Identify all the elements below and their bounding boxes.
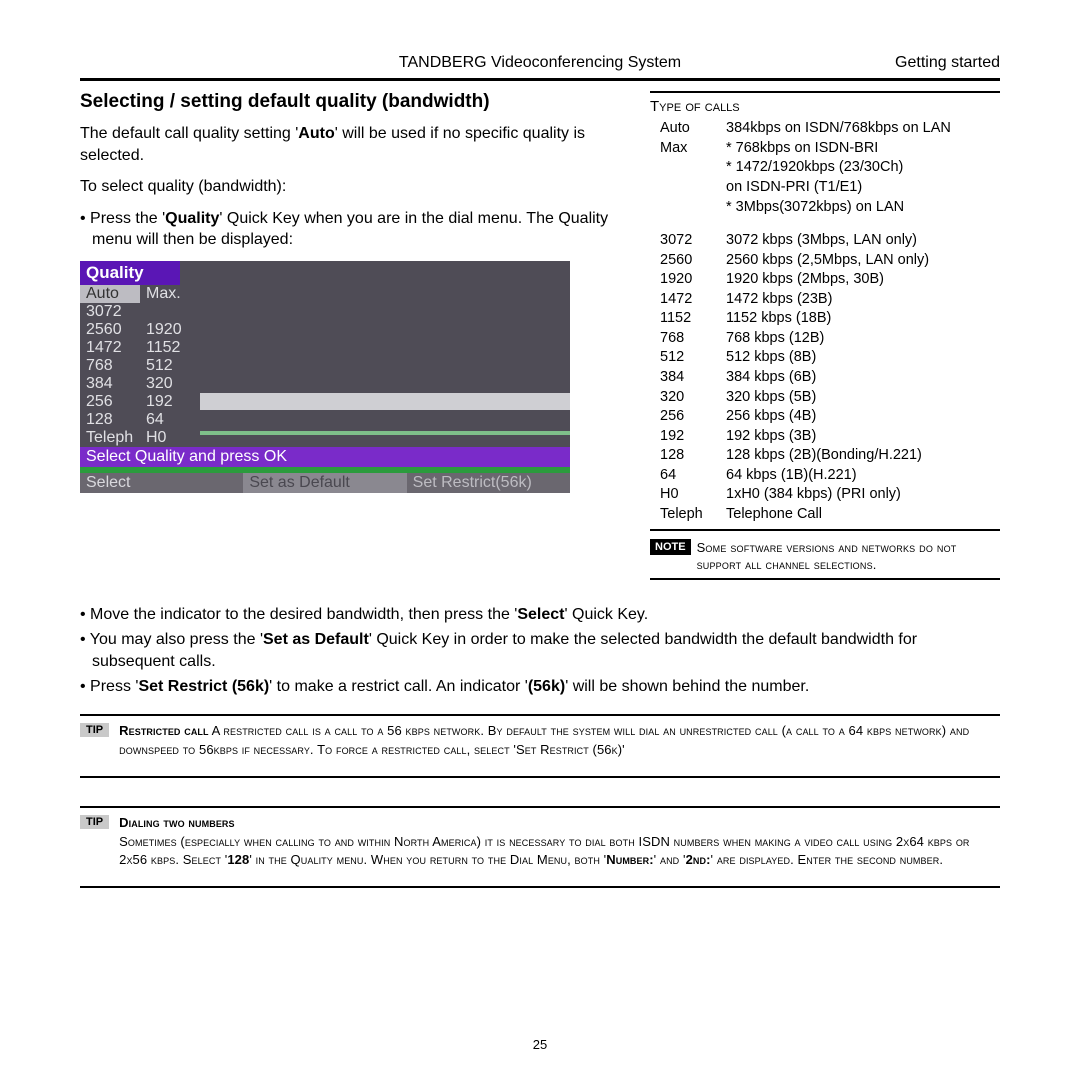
type-of-calls-row: TelephTelephone Call bbox=[650, 505, 1000, 525]
type-of-calls-row: Max* 768kbps on ISDN-BRI bbox=[650, 139, 1000, 159]
type-of-calls-row: 6464 kbps (1B)(H.221) bbox=[650, 466, 1000, 486]
quality-menu-title: Quality bbox=[80, 261, 180, 285]
tip-restricted-call: TIP Restricted call A restricted call is… bbox=[80, 722, 1000, 760]
left-column: Selecting / setting default quality (ban… bbox=[80, 91, 620, 584]
note-text: Some software versions and networks do n… bbox=[697, 539, 1000, 574]
type-of-calls-row: 11521152 kbps (18B) bbox=[650, 309, 1000, 329]
header-title: TANDBERG Videoconferencing System bbox=[300, 54, 780, 72]
type-of-calls-row: 14721472 kbps (23B) bbox=[650, 290, 1000, 310]
bullet-set-default: You may also press the 'Set as Default' … bbox=[80, 629, 1000, 672]
type-of-calls-row: 256256 kbps (4B) bbox=[650, 407, 1000, 427]
quality-cell-auto: Auto bbox=[80, 285, 140, 303]
type-of-calls-row: on ISDN-PRI (T1/E1) bbox=[650, 178, 1000, 198]
softkey-select: Select bbox=[80, 473, 243, 493]
intro-para-2: To select quality (bandwidth): bbox=[80, 176, 620, 198]
note-row: NOTE Some software versions and networks… bbox=[650, 539, 1000, 574]
bullet-set-restrict: Press 'Set Restrict (56k)' to make a res… bbox=[80, 676, 1000, 698]
type-of-calls-header: Type of calls bbox=[650, 97, 1000, 117]
type-of-calls-row bbox=[650, 217, 1000, 231]
intro-para-1: The default call quality setting 'Auto' … bbox=[80, 123, 620, 166]
right-column: Type of calls Auto384kbps on ISDN/768kbp… bbox=[650, 91, 1000, 584]
type-of-calls-row: H01xH0 (384 kbps) (PRI only) bbox=[650, 485, 1000, 505]
type-of-calls-row: 128128 kbps (2B)(Bonding/H.221) bbox=[650, 446, 1000, 466]
tip-badge: TIP bbox=[80, 723, 109, 737]
page: TANDBERG Videoconferencing System Gettin… bbox=[0, 0, 1080, 1080]
type-of-calls-row: 512512 kbps (8B) bbox=[650, 348, 1000, 368]
quality-menu-screenshot: Quality Auto Max. 3072 2560 1920 1472 11… bbox=[80, 261, 570, 493]
type-of-calls-row: Auto384kbps on ISDN/768kbps on LAN bbox=[650, 119, 1000, 139]
running-header: TANDBERG Videoconferencing System Gettin… bbox=[80, 54, 1000, 76]
type-of-calls-row: 320320 kbps (5B) bbox=[650, 388, 1000, 408]
type-of-calls-row: * 1472/1920kbps (23/30Ch) bbox=[650, 158, 1000, 178]
type-of-calls-row: 30723072 kbps (3Mbps, LAN only) bbox=[650, 231, 1000, 251]
type-of-calls-row: 19201920 kbps (2Mbps, 30B) bbox=[650, 270, 1000, 290]
below-bullets: Move the indicator to the desired bandwi… bbox=[80, 604, 1000, 698]
type-of-calls-row: 384384 kbps (6B) bbox=[650, 368, 1000, 388]
softkey-set-default: Set as Default bbox=[243, 473, 406, 493]
section-heading: Selecting / setting default quality (ban… bbox=[80, 91, 620, 113]
intro-bullet-1: Press the 'Quality' Quick Key when you a… bbox=[80, 208, 620, 251]
quality-instruction: Select Quality and press OK bbox=[80, 447, 570, 467]
bullet-select: Move the indicator to the desired bandwi… bbox=[80, 604, 1000, 626]
softkey-row: Select Set as Default Set Restrict(56k) bbox=[80, 473, 570, 493]
quality-grid: Auto Max. 3072 2560 1920 1472 1152 768 5… bbox=[80, 285, 570, 447]
type-of-calls-list: Auto384kbps on ISDN/768kbps on LANMax* 7… bbox=[650, 119, 1000, 524]
type-of-calls-row: 768768 kbps (12B) bbox=[650, 329, 1000, 349]
type-of-calls-row: 25602560 kbps (2,5Mbps, LAN only) bbox=[650, 251, 1000, 271]
softkey-set-restrict: Set Restrict(56k) bbox=[407, 473, 570, 493]
tip-badge: TIP bbox=[80, 815, 109, 829]
type-of-calls-row: 192192 kbps (3B) bbox=[650, 427, 1000, 447]
tip-dialing-two-numbers: TIP Dialing two numbers Sometimes (espec… bbox=[80, 814, 1000, 871]
header-section: Getting started bbox=[780, 54, 1000, 72]
header-rule bbox=[80, 78, 1000, 81]
page-number: 25 bbox=[0, 1037, 1080, 1052]
type-of-calls-row: * 3Mbps(3072kbps) on LAN bbox=[650, 198, 1000, 218]
note-badge: NOTE bbox=[650, 539, 691, 556]
